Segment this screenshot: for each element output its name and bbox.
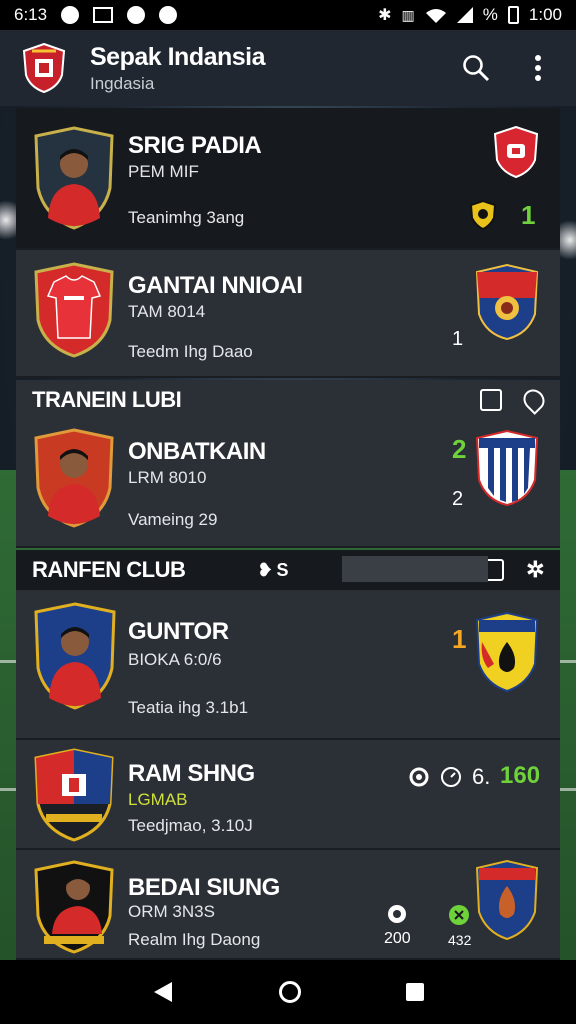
player-subtitle: ORM 3N3S (128, 902, 215, 921)
player-subtitle: LRM 8010 (128, 468, 207, 487)
search-prefix: ❥ S (257, 559, 289, 580)
status-time: 6:13 (14, 5, 48, 24)
mini-crest-icon (470, 200, 496, 230)
vibrate-icon: ▥ (401, 6, 415, 23)
player-card[interactable]: RAM SHNG LGMAB Teedjmao, 3.10J 6. 160 (16, 740, 560, 850)
score-value: 160 (500, 762, 541, 789)
player-card[interactable]: GUNTOR BIOKA 6:0/6 Teatia ihg 3.1b1 1 (16, 590, 560, 740)
search-field[interactable] (342, 556, 488, 582)
player-name: GUNTOR (128, 618, 229, 645)
app-title: Sepak Indansia (90, 42, 266, 71)
club-crest-icon[interactable] (476, 612, 538, 692)
club-crest-icon[interactable] (494, 126, 538, 178)
status-bar: 6:13 ✱ ▥ % 1:00 (0, 0, 576, 30)
search-prefix-text: S (276, 559, 289, 580)
wifi-icon (425, 9, 446, 23)
player-name: RAM SHNG (128, 760, 255, 787)
player-meta: Vameing 29 (128, 510, 218, 529)
battery-icon (507, 6, 519, 24)
score-value: 1 (452, 328, 464, 350)
player-name: GANTAI NNIOAI (128, 272, 303, 299)
gallery-icon (93, 7, 114, 23)
notification-icon (61, 6, 80, 24)
player-meta: Teedm Ihg Daao (128, 342, 253, 361)
player-meta: Teatia ihg 3.1b1 (128, 698, 249, 717)
player-shield-avatar (34, 428, 114, 528)
search-icon (463, 55, 490, 82)
player-list[interactable]: SRIG PADIA PEM MIF Teanimhg 3ang 1 GANTA… (16, 108, 560, 960)
more-vert-icon (535, 55, 541, 81)
system-nav-bar (0, 960, 576, 1024)
status-clock: 1:00 (528, 5, 562, 24)
settings-icon[interactable]: ✲ (526, 557, 544, 583)
player-card[interactable]: BEDAI SIUNG ORM 3N3S Realm Ihg Daong 200… (16, 850, 560, 960)
score-value: 2 (452, 488, 464, 510)
player-subtitle: LGMAB (128, 790, 188, 809)
player-shield-avatar (34, 126, 114, 230)
home-icon[interactable] (278, 981, 301, 1003)
app-logo-shield-icon (22, 43, 66, 93)
player-meta: Teanimhg 3ang (128, 208, 245, 227)
app-bar: Sepak Indansia Ingdasia (0, 30, 576, 106)
score-prefix: 6. (472, 764, 491, 789)
signal-icon (456, 7, 473, 23)
player-card[interactable]: SRIG PADIA PEM MIF Teanimhg 3ang 1 (16, 108, 560, 250)
score-value: 1 (452, 624, 467, 654)
location-pin-icon[interactable] (519, 385, 549, 415)
jersey-shield-avatar (34, 262, 114, 358)
player-card[interactable]: GANTAI NNIOAI TAM 8014 Teedm Ihg Daao 1 (16, 250, 560, 378)
battery-percent-glyph: % (482, 5, 498, 24)
ball-icon (449, 905, 469, 925)
app-subtitle: Ingdasia (90, 73, 155, 93)
score-value: 2 (452, 434, 467, 464)
player-meta: Teedjmao, 3.10J (128, 816, 253, 835)
more-options-button[interactable] (522, 52, 554, 84)
shield-icon (159, 6, 178, 24)
swap-icon[interactable] (408, 766, 430, 788)
player-subtitle: TAM 8014 (128, 302, 206, 321)
stat-value: 200 (384, 930, 411, 947)
back-icon[interactable] (152, 980, 174, 1004)
share-icon[interactable] (480, 389, 502, 411)
player-subtitle: BIOKA 6:0/6 (128, 650, 222, 669)
score-value: 1 (521, 200, 536, 230)
player-name: BEDAI SIUNG (128, 874, 280, 901)
section-title: RANFEN CLUB (32, 557, 186, 582)
player-name: ONBATKAIN (128, 438, 266, 465)
whatsapp-icon (127, 6, 146, 24)
bluetooth-icon: ✱ (378, 7, 392, 24)
club-crest-icon[interactable] (476, 860, 538, 940)
club-badge-avatar (34, 748, 114, 842)
player-subtitle: PEM MIF (128, 162, 199, 181)
section-header: TRANEIN LUBI (16, 380, 560, 420)
stat-value: 432 (448, 932, 472, 948)
recent-apps-icon[interactable] (405, 983, 424, 1001)
club-crest-icon[interactable] (476, 264, 538, 340)
search-button[interactable] (460, 52, 492, 84)
player-meta: Realm Ihg Daong (128, 930, 261, 949)
player-shield-avatar (34, 860, 114, 954)
club-crest-icon[interactable] (476, 430, 538, 506)
player-card[interactable]: ONBATKAIN LRM 8010 Vameing 29 2 2 (16, 420, 560, 548)
timer-icon[interactable] (440, 766, 462, 788)
player-name: SRIG PADIA (128, 132, 262, 159)
trophy-icon (388, 905, 406, 923)
section-title: TRANEIN LUBI (32, 387, 182, 412)
player-shield-avatar (34, 602, 116, 710)
